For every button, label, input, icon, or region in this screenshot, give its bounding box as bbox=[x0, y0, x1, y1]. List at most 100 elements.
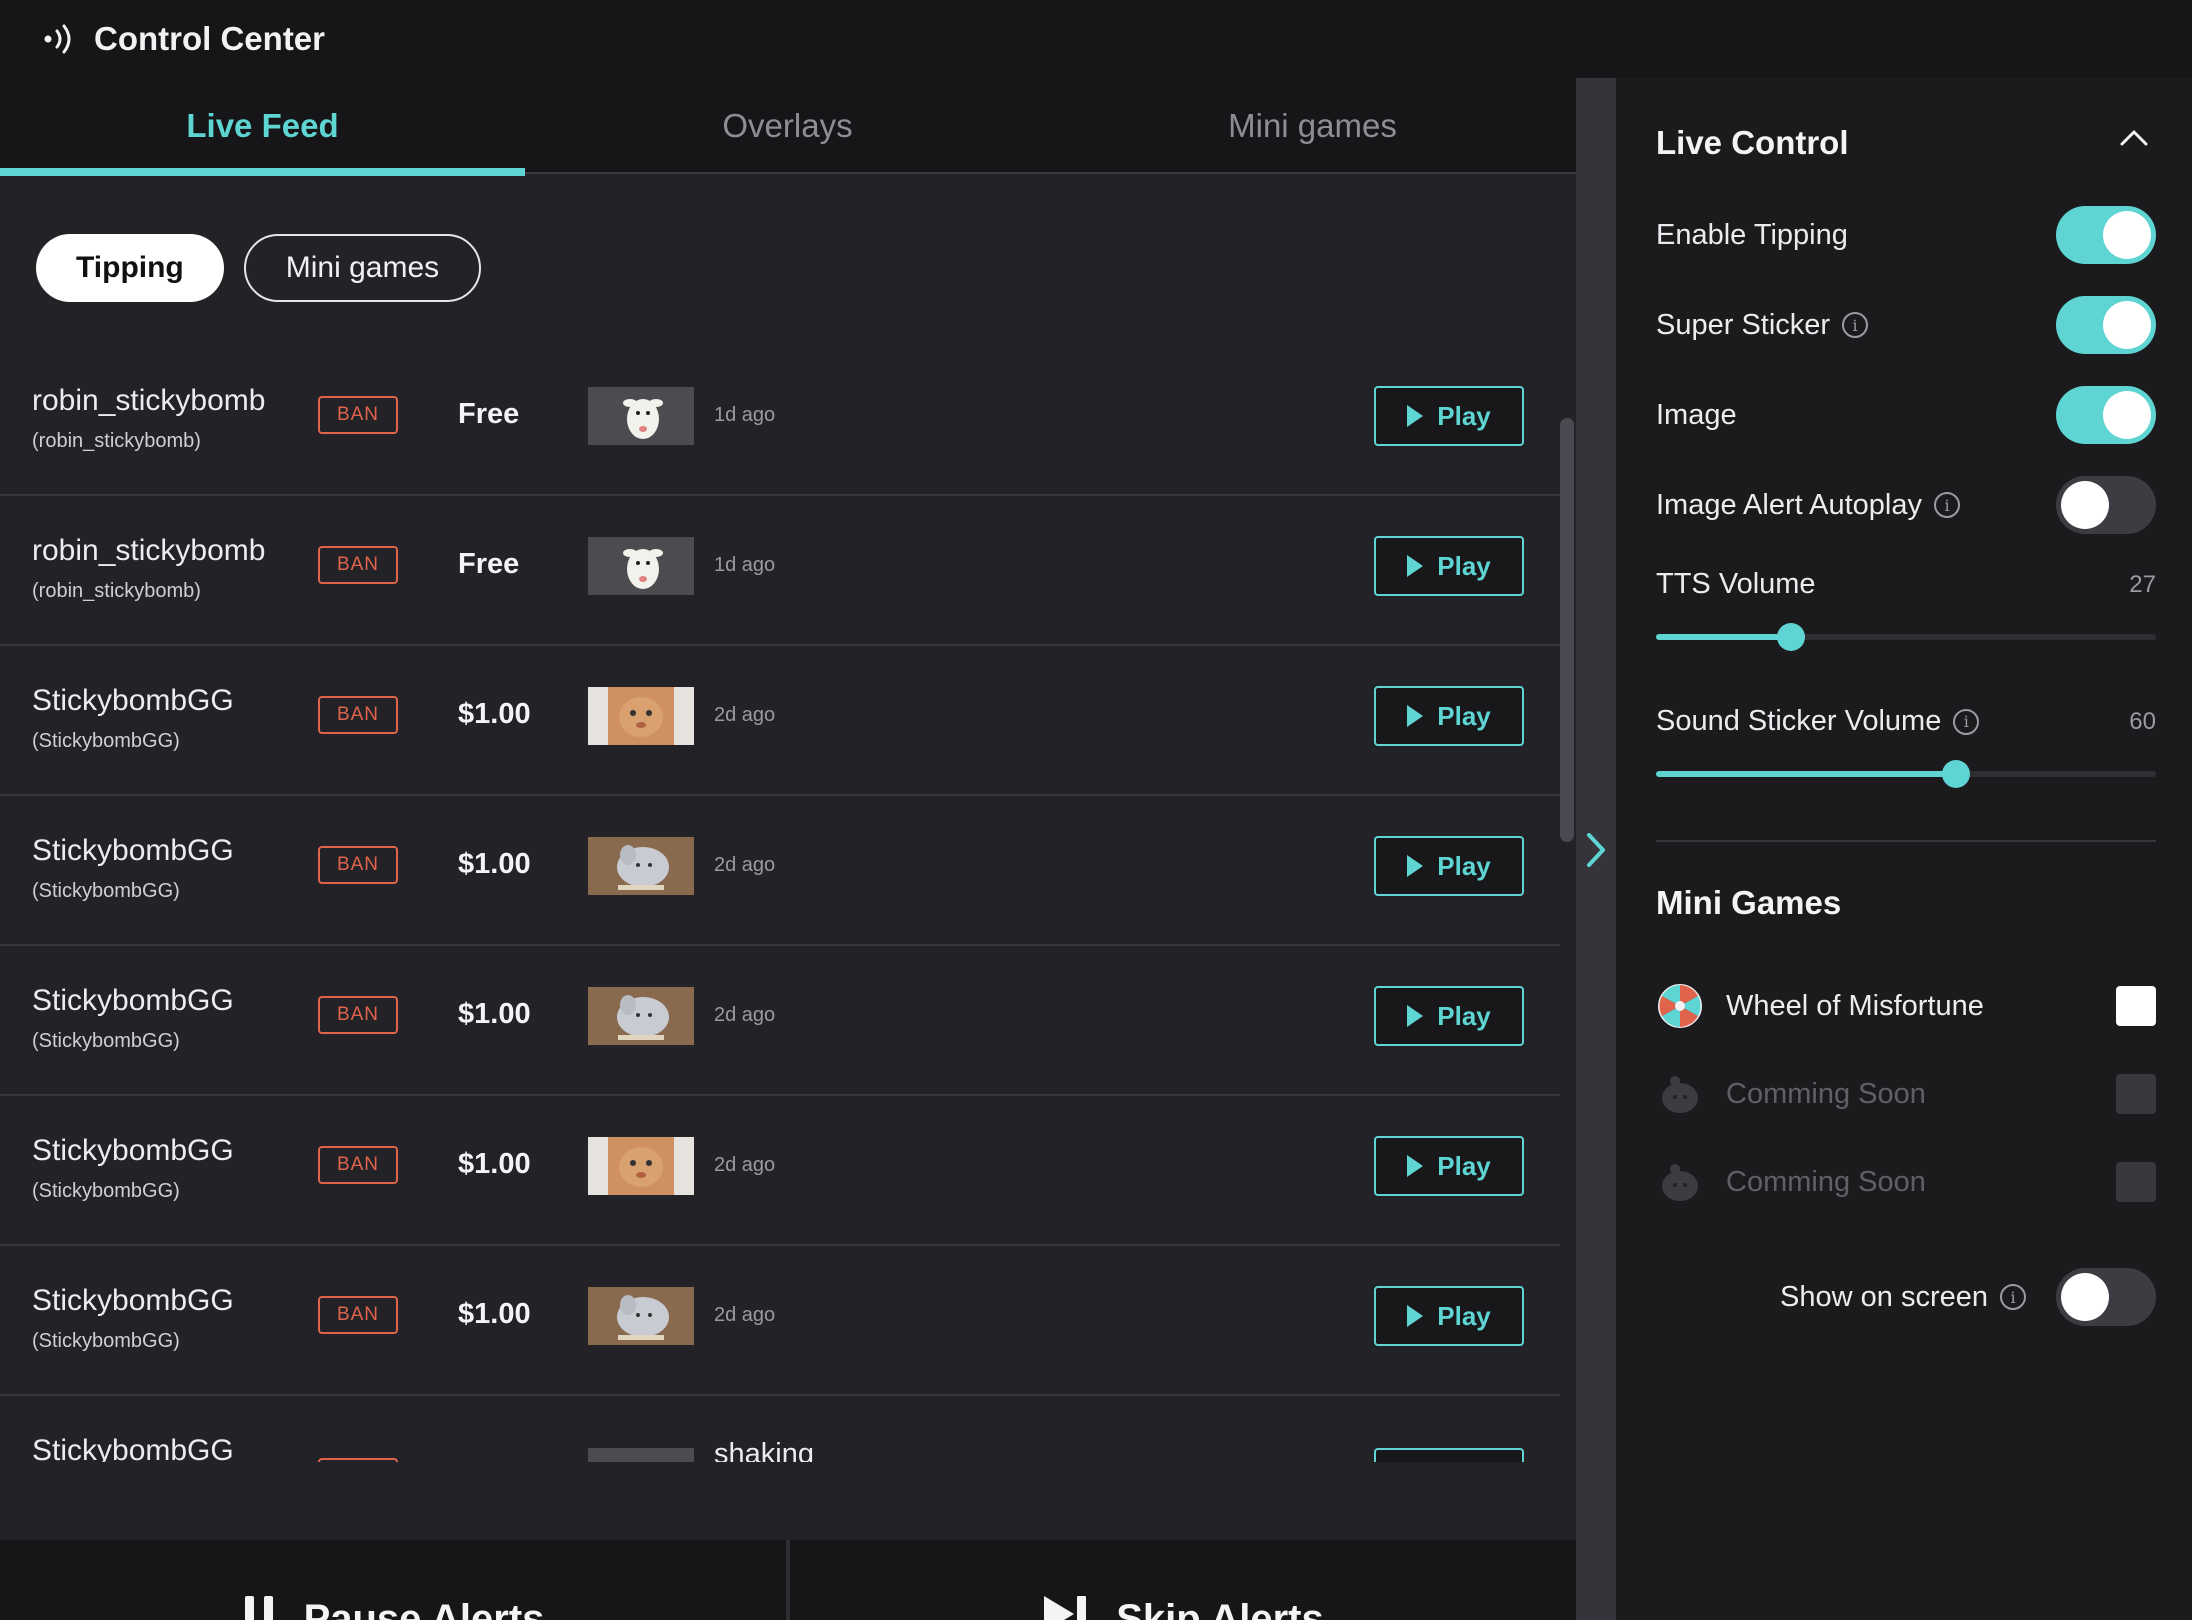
tab-mini-games[interactable]: Mini games bbox=[1050, 78, 1575, 174]
filter-mini-games[interactable]: Mini games bbox=[243, 234, 482, 302]
play-label: Play bbox=[1437, 1300, 1491, 1331]
feed-timestamp: 2d ago bbox=[714, 1304, 776, 1326]
feed-user-handle: (robin_stickybomb) bbox=[32, 580, 201, 602]
image-row: Image bbox=[1656, 384, 2156, 446]
image-alert-autoplay-label: Image Alert Autoplay i bbox=[1656, 489, 1960, 522]
slider-thumb[interactable] bbox=[1777, 623, 1805, 651]
feed-timestamp: 2d ago bbox=[714, 854, 776, 876]
play-button[interactable]: Play bbox=[1374, 536, 1524, 596]
info-icon[interactable]: i bbox=[2000, 1284, 2026, 1310]
ban-button[interactable]: BAN bbox=[318, 1296, 398, 1334]
filter-pills: Tipping Mini games bbox=[36, 234, 482, 302]
mini-game-label: Wheel of Misfortune bbox=[1726, 989, 1984, 1022]
ban-button[interactable]: BAN bbox=[318, 996, 398, 1034]
feed-username: StickybombGG bbox=[32, 1284, 234, 1317]
feed-row: robin_stickybomb (robin_stickybomb) BAN Fre… bbox=[0, 498, 1560, 646]
play-label: Play bbox=[1437, 400, 1491, 431]
tab-bar: Live Feed Overlays Mini games bbox=[0, 78, 1576, 176]
ban-button[interactable]: BAN bbox=[318, 546, 398, 584]
sticker-thumbnail bbox=[588, 537, 694, 595]
sound-sticker-volume-slider[interactable] bbox=[1656, 760, 2156, 788]
feed-timestamp: 2d ago bbox=[714, 1004, 776, 1026]
image-toggle[interactable] bbox=[2056, 386, 2156, 444]
sound-sticker-volume-value: 60 bbox=[2129, 707, 2156, 735]
show-on-screen-row: Show on screen i bbox=[1656, 1266, 2156, 1328]
tab-overlays[interactable]: Overlays bbox=[525, 78, 1050, 174]
feed-row: StickybombGG (StickybombGG) BAN $1.00 2d ago… bbox=[0, 1248, 1560, 1396]
mini-games-title: Mini Games bbox=[1656, 884, 1842, 921]
panel-divider bbox=[1656, 840, 2156, 842]
feed-username: StickybombGG bbox=[32, 984, 234, 1017]
chevron-right-icon[interactable] bbox=[1584, 830, 1608, 875]
play-button[interactable]: Play bbox=[1374, 836, 1524, 896]
mini-game-checkbox bbox=[2116, 1162, 2156, 1202]
broadcast-icon bbox=[42, 21, 78, 57]
filter-tipping[interactable]: Tipping bbox=[36, 234, 224, 302]
feed-row: StickybombGG (StickybombGG) BAN $1.00 2d ago… bbox=[0, 798, 1560, 946]
slider-thumb[interactable] bbox=[1942, 760, 1970, 788]
ban-button[interactable]: BAN bbox=[318, 696, 398, 734]
feed-row: StickybombGG BAN $1.00 shaking Play bbox=[0, 1398, 1560, 1462]
super-sticker-label: Super Sticker i bbox=[1656, 309, 1869, 342]
info-icon[interactable]: i bbox=[1953, 708, 1980, 735]
feed-user: StickybombGG (StickybombGG) bbox=[32, 834, 234, 903]
feed-user: robin_stickybomb (robin_stickybomb) bbox=[32, 534, 265, 603]
play-button[interactable]: Play bbox=[1374, 686, 1524, 746]
feed-timestamp: 2d ago bbox=[714, 704, 776, 726]
skip-icon bbox=[1042, 1594, 1088, 1620]
info-icon[interactable]: i bbox=[1842, 312, 1869, 338]
image-alert-autoplay-toggle[interactable] bbox=[2056, 476, 2156, 534]
tts-volume-label: TTS Volume bbox=[1656, 568, 1816, 600]
skip-alerts-label: Skip Alerts bbox=[1116, 1596, 1324, 1620]
mini-game-checkbox bbox=[2116, 1074, 2156, 1114]
pause-icon bbox=[242, 1594, 276, 1620]
feed-username: robin_stickybomb bbox=[32, 534, 266, 567]
ban-button[interactable]: BAN bbox=[318, 1146, 398, 1184]
feed-row: StickybombGG (StickybombGG) BAN $1.00 2d ago… bbox=[0, 648, 1560, 796]
feed-user-handle: (StickybombGG) bbox=[32, 1330, 180, 1352]
mini-game-label: Comming Soon bbox=[1726, 1077, 1926, 1110]
chevron-up-icon[interactable] bbox=[2118, 126, 2150, 155]
show-on-screen-toggle[interactable] bbox=[2056, 1268, 2156, 1326]
ban-button[interactable]: BAN bbox=[318, 1458, 398, 1462]
ban-button[interactable]: BAN bbox=[318, 846, 398, 884]
play-button[interactable]: Play bbox=[1374, 1286, 1524, 1346]
skip-alerts-button[interactable]: Skip Alerts bbox=[790, 1540, 1576, 1620]
feed-username: StickybombGG bbox=[32, 1434, 234, 1462]
live-control-title: Live Control bbox=[1656, 124, 1849, 161]
mini-game-checkbox[interactable] bbox=[2116, 986, 2156, 1026]
tts-volume-slider[interactable] bbox=[1656, 623, 2156, 651]
tts-volume-value: 27 bbox=[2129, 570, 2156, 598]
mini-game-wheel-of-misfortune[interactable]: Wheel of Misfortune bbox=[1656, 976, 2156, 1036]
main-panel: Live Feed Overlays Mini games Tipping Mi… bbox=[0, 78, 1576, 1620]
sticker-thumbnail bbox=[588, 387, 694, 445]
play-button[interactable]: Play bbox=[1374, 986, 1524, 1046]
super-sticker-toggle[interactable] bbox=[2056, 296, 2156, 354]
feed-username: StickybombGG bbox=[32, 1134, 234, 1167]
play-button[interactable]: Play bbox=[1374, 1136, 1524, 1196]
info-icon[interactable]: i bbox=[1934, 492, 1960, 518]
tab-live-feed[interactable]: Live Feed bbox=[0, 78, 525, 176]
pause-alerts-button[interactable]: Pause Alerts bbox=[0, 1540, 786, 1620]
play-label: Play bbox=[1437, 550, 1491, 581]
play-icon bbox=[1407, 1005, 1424, 1027]
sticker-thumbnail bbox=[588, 987, 694, 1045]
feed-user-handle: (StickybombGG) bbox=[32, 880, 180, 902]
sound-sticker-volume-label: Sound Sticker Volume i bbox=[1656, 705, 1980, 738]
play-button[interactable]: Play bbox=[1374, 386, 1524, 446]
feed-timestamp: 2d ago bbox=[714, 1154, 776, 1176]
blob-icon bbox=[1656, 1158, 1704, 1206]
panel-collapse-strip[interactable] bbox=[1576, 78, 1616, 1620]
feed-scrollbar[interactable] bbox=[1560, 418, 1574, 842]
play-label: Play bbox=[1437, 1150, 1491, 1181]
play-button[interactable]: Play bbox=[1374, 1448, 1524, 1462]
mini-game-label: Comming Soon bbox=[1726, 1165, 1926, 1198]
enable-tipping-label: Enable Tipping bbox=[1656, 218, 1848, 251]
feed-timestamp: 1d ago bbox=[714, 554, 776, 576]
enable-tipping-toggle[interactable] bbox=[2056, 206, 2156, 264]
feed-message: shaking bbox=[714, 1438, 814, 1462]
ban-button[interactable]: BAN bbox=[318, 396, 398, 434]
pause-alerts-label: Pause Alerts bbox=[303, 1596, 545, 1620]
image-alert-autoplay-row: Image Alert Autoplay i bbox=[1656, 474, 2156, 536]
show-on-screen-label: Show on screen i bbox=[1780, 1281, 2026, 1314]
